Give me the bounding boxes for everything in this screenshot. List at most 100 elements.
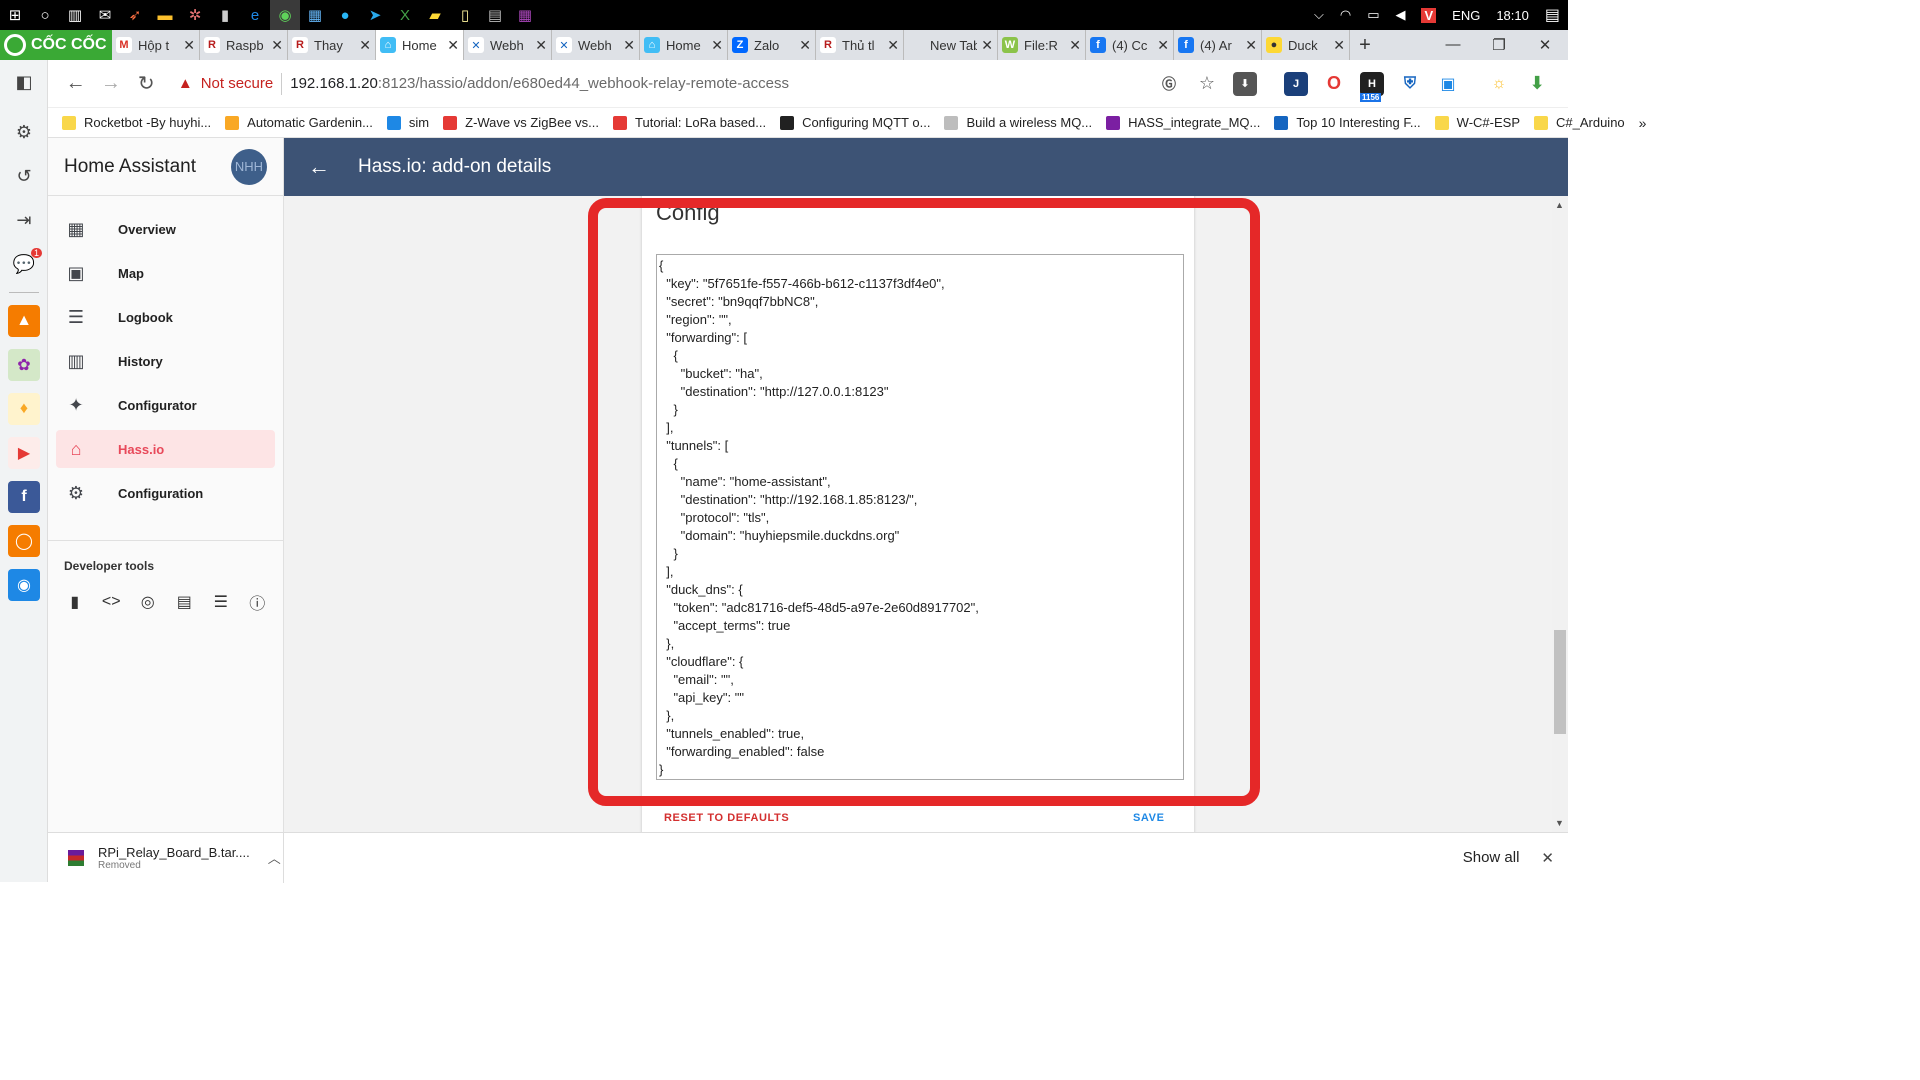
scroll-down-icon[interactable]: ▼ [1555, 818, 1564, 828]
sidebar-item-map[interactable]: ▣ Map [56, 254, 275, 292]
tab-close-icon[interactable]: ✕ [799, 37, 811, 54]
extension-j-icon[interactable]: J [1284, 71, 1308, 96]
download-item[interactable]: RPi_Relay_Board_B.tar.... Removed ︿ [48, 832, 284, 883]
sidebar-item-configuration[interactable]: ⚙ Configuration [56, 474, 275, 512]
tab-close-icon[interactable]: ✕ [887, 37, 899, 54]
bookmark-item[interactable]: Build a wireless MQ... [944, 115, 1092, 130]
youtube-icon[interactable]: ▶ [0, 431, 48, 475]
windows-start-icon[interactable]: ⊞ [0, 0, 30, 30]
bookmark-item[interactable]: C#_Arduino [1534, 115, 1625, 130]
mqtt-icon[interactable]: ☰ [210, 591, 232, 613]
tab-close-icon[interactable]: ✕ [535, 37, 547, 54]
app-game-icon[interactable]: ✿ [0, 343, 48, 387]
clock[interactable]: 18:10 [1496, 8, 1529, 23]
remote-icon[interactable]: ▮ [64, 591, 86, 613]
sidebar-item-configurator[interactable]: ✦ Configurator [56, 386, 275, 424]
scroll-up-icon[interactable]: ▲ [1555, 200, 1564, 210]
bookmark-item[interactable]: Configuring MQTT o... [780, 115, 930, 130]
browser-tab[interactable]: New Tab ✕ [904, 30, 998, 60]
excel-icon[interactable]: X [390, 0, 420, 30]
sidebar-toggle-icon[interactable]: ◧ [0, 60, 48, 104]
wifi-icon[interactable]: ◠ [1340, 7, 1351, 23]
new-tab-button[interactable]: + [1350, 34, 1380, 57]
chevron-up-icon[interactable]: ⌵ [1314, 7, 1324, 23]
save-button[interactable]: SAVE [1133, 812, 1165, 824]
usb-icon[interactable]: ▮ [210, 0, 240, 30]
tab-close-icon[interactable]: ✕ [271, 37, 283, 54]
bookmark-item[interactable]: HASS_integrate_MQ... [1106, 115, 1260, 130]
tab-close-icon[interactable]: ✕ [359, 37, 371, 54]
tab-close-icon[interactable]: ✕ [981, 37, 993, 54]
browser-tab[interactable]: ● Duck ✕ [1262, 30, 1350, 60]
code-icon[interactable]: <> [101, 591, 123, 613]
app-blue-icon[interactable]: ▦ [300, 0, 330, 30]
facebook-icon[interactable]: f [0, 475, 48, 519]
minimize-icon[interactable]: — [1430, 36, 1476, 54]
bookmark-item[interactable]: Z-Wave vs ZigBee vs... [443, 115, 599, 130]
restore-icon[interactable]: ❐ [1476, 36, 1522, 54]
browser-tab[interactable]: M Hộp t ✕ [112, 30, 200, 60]
sidebar-item-logbook[interactable]: ☰ Logbook [56, 298, 275, 336]
back-button[interactable]: ← [58, 72, 93, 95]
task-view-icon[interactable]: ▥ [60, 0, 90, 30]
close-window-icon[interactable]: ✕ [1522, 36, 1568, 54]
opera-icon[interactable]: O [1322, 72, 1346, 96]
browser-tab[interactable]: ✕ Webh ✕ [552, 30, 640, 60]
bookmark-item[interactable]: Automatic Gardenin... [225, 115, 373, 130]
browser-tab[interactable]: W File:R ✕ [998, 30, 1086, 60]
browser-tab[interactable]: ⌂ Home ✕ [376, 30, 464, 60]
browser-tab[interactable]: ⌂ Home ✕ [640, 30, 728, 60]
app-gray-icon[interactable]: ▤ [480, 0, 510, 30]
tab-close-icon[interactable]: ✕ [1245, 37, 1257, 54]
page-scrollbar[interactable]: ▲ ▼ [1552, 196, 1568, 832]
file-explorer-icon[interactable]: ▬ [150, 0, 180, 30]
tab-close-icon[interactable]: ✕ [183, 37, 195, 54]
tab-close-icon[interactable]: ✕ [447, 37, 459, 54]
weather-icon[interactable]: ☼ [1487, 72, 1511, 96]
coccoc-taskbar-icon[interactable]: ◉ [270, 0, 300, 30]
app-orange-icon[interactable]: ▲ [0, 299, 48, 343]
tab-close-icon[interactable]: ✕ [1333, 37, 1345, 54]
shield-icon[interactable]: ⛨ [1398, 72, 1422, 96]
notepad-icon[interactable]: ▯ [450, 0, 480, 30]
matlab-icon[interactable]: ➶ [120, 0, 150, 30]
edge-icon[interactable]: e [240, 0, 270, 30]
browser-tab[interactable]: R Thay ✕ [288, 30, 376, 60]
scroll-thumb[interactable] [1554, 630, 1566, 734]
back-arrow-icon[interactable]: ← [308, 154, 332, 180]
address-bar[interactable]: ▲ Not secure 192.168.1.20:8123/hassio/ad… [170, 66, 1150, 102]
volume-icon[interactable]: ◀ [1395, 7, 1405, 23]
telegram-icon[interactable]: ➤ [360, 0, 390, 30]
config-editor[interactable]: { "key": "5f7651fe-f557-466b-b612-c1137f… [656, 254, 1184, 780]
bookmark-item[interactable]: Tutorial: LoRa based... [613, 115, 766, 130]
extension-counter-icon[interactable]: H 1156 [1360, 71, 1384, 102]
sticky-notes-icon[interactable]: ▰ [420, 0, 450, 30]
reset-to-defaults-button[interactable]: RESET TO DEFAULTS [664, 812, 789, 824]
chevron-up-icon[interactable]: ︿ [268, 848, 281, 867]
media-player-icon[interactable]: ◉ [0, 563, 48, 607]
security-indicator[interactable]: ▲ Not secure [178, 75, 273, 92]
sidebar-item-overview[interactable]: ▦ Overview [56, 210, 275, 248]
forward-button[interactable]: → [93, 72, 128, 95]
history-icon[interactable]: ↺ [0, 154, 48, 198]
bookmarks-overflow-icon[interactable]: » [1639, 115, 1647, 131]
login-icon[interactable]: ⇥ [0, 198, 48, 242]
download-arrow-icon[interactable]: ⬇ [1525, 72, 1549, 96]
tab-close-icon[interactable]: ✕ [1069, 37, 1081, 54]
translate-icon[interactable]: Ⓖ [1157, 72, 1181, 96]
browser-tab[interactable]: ✕ Webh ✕ [464, 30, 552, 60]
bookmark-item[interactable]: W-C#-ESP [1434, 115, 1520, 130]
app-circle-icon[interactable]: ● [330, 0, 360, 30]
tab-close-icon[interactable]: ✕ [711, 37, 723, 54]
winrar-icon[interactable]: ▦ [510, 0, 540, 30]
sidebar-item-history[interactable]: ▥ History [56, 342, 275, 380]
tab-close-icon[interactable]: ✕ [623, 37, 635, 54]
template-file-icon[interactable]: ▤ [174, 591, 196, 613]
search-circle-icon[interactable]: ○ [30, 0, 60, 30]
browser-tab[interactable]: f (4) Cc ✕ [1086, 30, 1174, 60]
tab-close-icon[interactable]: ✕ [1157, 37, 1169, 54]
settings-gear-icon[interactable]: ⚙ [0, 110, 48, 154]
bookmark-item[interactable]: Top 10 Interesting F... [1274, 115, 1421, 130]
browser-tab[interactable]: f (4) Ar ✕ [1174, 30, 1262, 60]
bookmark-star-icon[interactable]: ☆ [1195, 72, 1219, 96]
